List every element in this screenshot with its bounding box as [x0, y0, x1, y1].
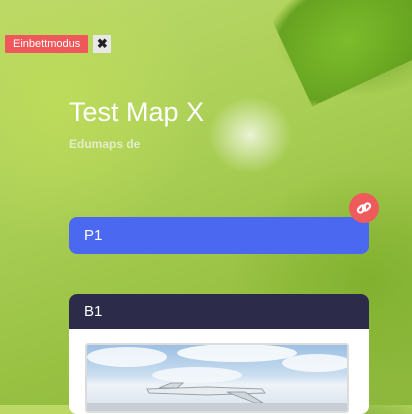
map-subtitle: Edumaps de: [69, 137, 141, 151]
card-b1-header: B1: [69, 294, 369, 329]
card-b1-label: B1: [84, 303, 103, 320]
embed-mode-badge: Einbettmodus: [5, 35, 89, 53]
map-title: Test Map X: [69, 97, 205, 127]
card-b1[interactable]: B1: [69, 294, 369, 414]
embed-mode-bar: Einbettmodus ✖: [5, 35, 112, 53]
background-leaf: [265, 0, 412, 107]
card-p1-label: P1: [84, 227, 103, 244]
link-icon: [356, 202, 372, 214]
link-button[interactable]: [349, 193, 379, 223]
card-p1[interactable]: P1: [69, 217, 369, 254]
card-b1-image: [85, 343, 349, 413]
close-icon[interactable]: ✖: [93, 35, 112, 53]
